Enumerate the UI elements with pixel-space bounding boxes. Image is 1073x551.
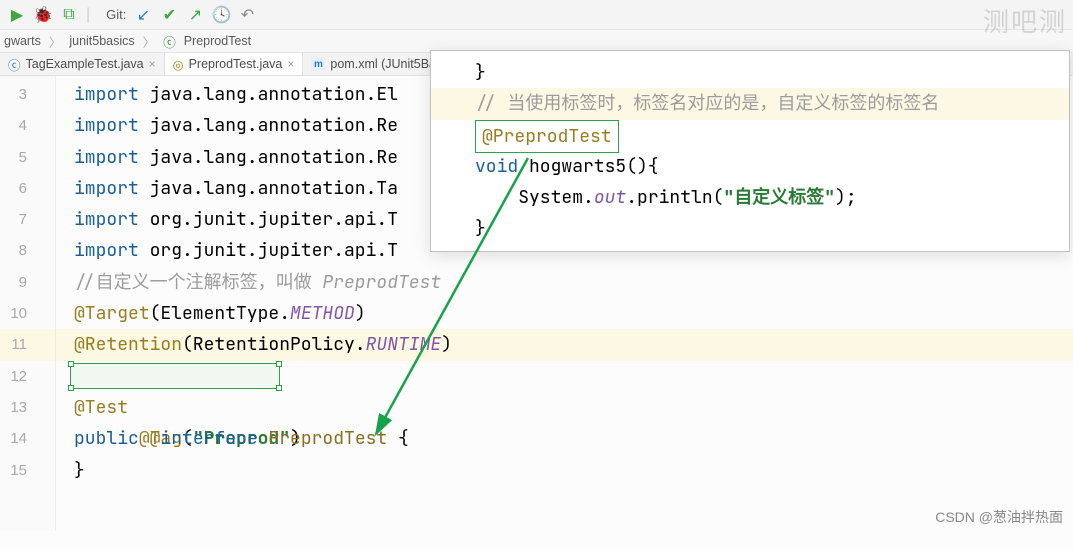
tab-label: TagExampleTest.java <box>26 57 144 71</box>
separator-icon: | <box>86 6 90 24</box>
tab-label: PreprodTest.java <box>189 57 283 71</box>
popup-code-line: } <box>431 213 1069 244</box>
popup-code-line: } <box>431 57 1069 88</box>
maven-icon: m <box>311 57 325 71</box>
class-icon: ⓒ <box>159 32 180 51</box>
undo-icon[interactable]: ↶ <box>238 6 256 24</box>
line-number: 12 <box>0 361 55 392</box>
chevron-right-icon: 〉 <box>139 32 160 51</box>
breadcrumb: gwarts 〉 junit5basics 〉 ⓒ PreprodTest <box>0 30 1073 52</box>
line-number: 10 <box>0 298 55 329</box>
watermark: 测吧测 <box>983 2 1067 39</box>
line-number: 11 <box>0 329 55 360</box>
toolbar: ▶ 🐞 ⧉ | Git: ↙ ✔ ↗ 🕓 ↶ <box>0 0 1073 30</box>
gutter: 3 4 5 6 7 8 9 10 11 12 13 14 15 <box>0 76 56 531</box>
git-commit-icon[interactable]: ✔ <box>160 6 178 24</box>
close-icon[interactable]: × <box>287 57 294 71</box>
selection-handle-icon[interactable] <box>68 385 74 391</box>
popup-code-line: @PreprodTest <box>431 120 1069 151</box>
coverage-icon[interactable]: ⧉ <box>60 6 78 24</box>
selection-handle-icon[interactable] <box>276 361 282 367</box>
tab-file[interactable]: ⓒ TagExampleTest.java × <box>0 53 165 75</box>
annotation-usage[interactable]: @PreprodTest <box>475 120 619 153</box>
code-line[interactable]: @Test <box>56 392 1073 423</box>
git-update-icon[interactable]: ↙ <box>134 6 152 24</box>
chevron-right-icon: 〉 <box>45 32 66 51</box>
line-number: 8 <box>0 235 55 266</box>
run-icon[interactable]: ▶ <box>8 6 26 24</box>
tab-file-active[interactable]: ◎ PreprodTest.java × <box>165 53 304 75</box>
breadcrumb-item[interactable]: junit5basics <box>65 34 138 48</box>
code-line[interactable]: @Target(ElementType.METHOD) <box>56 298 1073 329</box>
line-number: 4 <box>0 110 55 141</box>
code-line[interactable]: //自定义一个注解标签，叫做 PreprodTest <box>56 267 1073 298</box>
code-line[interactable]: @Retention(RetentionPolicy.RUNTIME) <box>56 329 1073 360</box>
class-icon: ⓒ <box>8 55 21 74</box>
selection-box <box>70 363 280 389</box>
close-icon[interactable]: × <box>149 57 156 71</box>
breadcrumb-item[interactable]: PreprodTest <box>180 34 255 48</box>
line-number: 9 <box>0 267 55 298</box>
breadcrumb-item[interactable]: gwarts <box>0 34 45 48</box>
line-number: 5 <box>0 142 55 173</box>
git-history-icon[interactable]: 🕓 <box>212 6 230 24</box>
selection-handle-icon[interactable] <box>276 385 282 391</box>
line-number: 13 <box>0 392 55 423</box>
line-number: 3 <box>0 79 55 110</box>
code-line[interactable]: } <box>56 455 1073 486</box>
line-number: 7 <box>0 204 55 235</box>
usage-popup: 💡 } // 当使用标签时，标签名对应的是，自定义标签的标签名 @Preprod… <box>430 50 1070 252</box>
popup-code-line: void hogwarts5(){ <box>431 151 1069 182</box>
line-number: 6 <box>0 173 55 204</box>
caption: CSDN @葱油拌热面 <box>935 507 1063 527</box>
selection-handle-icon[interactable] <box>68 361 74 367</box>
debug-icon[interactable]: 🐞 <box>34 6 52 24</box>
line-number: 14 <box>0 423 55 454</box>
code-line[interactable]: @Tag("Preprod") <box>56 361 1073 392</box>
code-line[interactable]: public @interface PreprodTest { <box>56 423 1073 454</box>
line-number: 15 <box>0 455 55 486</box>
git-push-icon[interactable]: ↗ <box>186 6 204 24</box>
annotation-icon: ◎ <box>173 57 184 72</box>
git-label: Git: <box>106 7 126 22</box>
popup-code-line: // 当使用标签时，标签名对应的是，自定义标签的标签名 <box>431 88 1069 119</box>
popup-code-line: System.out.println("自定义标签"); <box>431 182 1069 213</box>
